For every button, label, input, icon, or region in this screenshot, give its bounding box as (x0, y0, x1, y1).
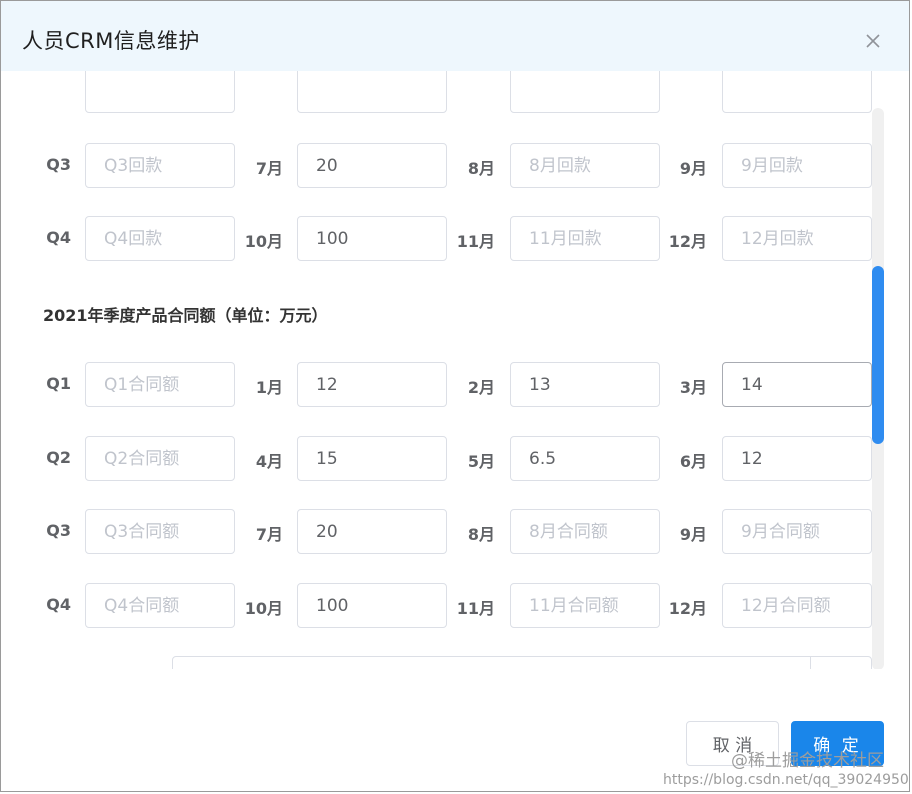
month-input[interactable] (297, 216, 447, 261)
partial-input[interactable] (510, 71, 660, 113)
month-label: 2月 (467, 378, 495, 397)
month-label: 8月 (467, 525, 495, 544)
month-input[interactable] (722, 436, 872, 481)
quarter-label: Q4 (46, 595, 71, 614)
quarter-input[interactable] (85, 362, 235, 407)
section-title: 2021年季度产品合同额（单位：万元） (43, 306, 328, 325)
watermark: @稀土掘金技术社区 https://blog.csdn.net/qq_39024… (663, 752, 909, 790)
watermark-line2: https://blog.csdn.net/qq_39024950 (663, 772, 909, 788)
month-label: 6月 (679, 452, 707, 471)
month-label: 4月 (255, 452, 283, 471)
month-label: 11月 (456, 232, 495, 251)
month-input[interactable] (510, 216, 660, 261)
month-label: 10月 (244, 232, 283, 251)
contract-row-q1: Q1 1月 2月 3月 (1, 362, 881, 408)
quarter-label: Q3 (46, 521, 71, 540)
scrollbar-track[interactable] (872, 108, 884, 669)
month-label: 7月 (255, 159, 283, 178)
quarter-input[interactable] (85, 216, 235, 261)
month-label: 5月 (467, 452, 495, 471)
month-input[interactable] (510, 436, 660, 481)
quarter-label: Q3 (46, 155, 71, 174)
month-input[interactable] (297, 362, 447, 407)
month-input[interactable] (297, 436, 447, 481)
month-input[interactable] (510, 583, 660, 628)
month-input[interactable] (722, 362, 872, 407)
month-input[interactable] (722, 143, 872, 188)
partial-input[interactable] (85, 71, 235, 113)
payment-row-q3: Q3 7月 8月 9月 (1, 143, 881, 189)
month-label: 11月 (456, 599, 495, 618)
month-label: 12月 (668, 599, 707, 618)
month-input[interactable] (722, 216, 872, 261)
month-label: 10月 (244, 599, 283, 618)
quarter-input[interactable] (85, 143, 235, 188)
month-label: 7月 (255, 525, 283, 544)
dialog-title: 人员CRM信息维护 (22, 29, 200, 53)
month-input[interactable] (297, 583, 447, 628)
month-input[interactable] (722, 509, 872, 554)
quarter-input[interactable] (85, 583, 235, 628)
quarter-label: Q4 (46, 228, 71, 247)
contract-row-q2: Q2 4月 5月 6月 (1, 436, 881, 482)
crm-dialog: 人员CRM信息维护 Q3 7月 8月 9月 Q4 10月 (0, 0, 910, 792)
dialog-body[interactable]: Q3 7月 8月 9月 Q4 10月 11月 12月 2021年季度产品合同额（… (1, 71, 909, 669)
month-input[interactable] (297, 509, 447, 554)
month-label: 8月 (467, 159, 495, 178)
month-label: 12月 (668, 232, 707, 251)
dialog-header: 人员CRM信息维护 (1, 1, 909, 71)
month-input[interactable] (722, 583, 872, 628)
input-divider (810, 657, 811, 669)
month-label: 9月 (679, 159, 707, 178)
quarter-label: Q1 (46, 374, 71, 393)
partial-input[interactable] (722, 71, 872, 113)
payment-row-q4: Q4 10月 11月 12月 (1, 216, 881, 262)
month-label: 9月 (679, 525, 707, 544)
quarter-label: Q2 (46, 448, 71, 467)
month-label: 3月 (679, 378, 707, 397)
month-label: 1月 (255, 378, 283, 397)
month-input[interactable] (297, 143, 447, 188)
quarter-input[interactable] (85, 436, 235, 481)
contract-row-q4: Q4 10月 11月 12月 (1, 583, 881, 629)
month-input[interactable] (510, 143, 660, 188)
quarter-input[interactable] (85, 509, 235, 554)
partial-input[interactable] (297, 71, 447, 113)
watermark-line1: @稀土掘金技术社区 (731, 751, 884, 771)
contract-row-q3: Q3 7月 8月 9月 (1, 509, 881, 555)
month-input[interactable] (510, 509, 660, 554)
close-icon[interactable] (861, 29, 885, 53)
scrollbar-thumb[interactable] (872, 266, 884, 444)
month-input[interactable] (510, 362, 660, 407)
partial-wide-input[interactable] (172, 656, 872, 669)
